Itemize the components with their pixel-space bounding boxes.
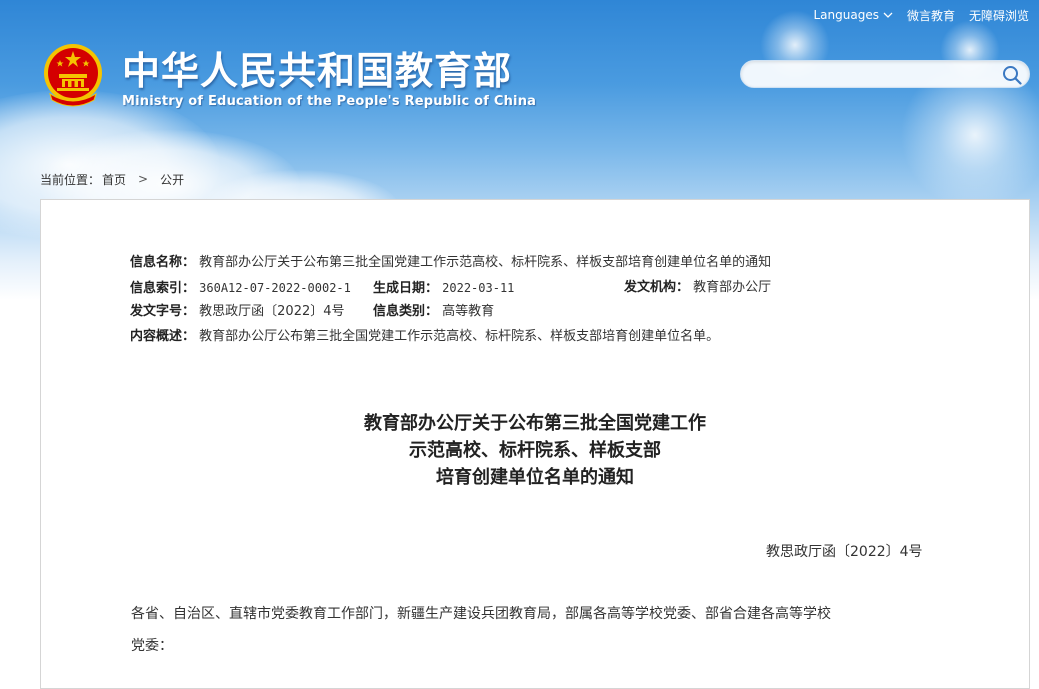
info-org-row: 发文机构： 教育部办公厅 (624, 279, 771, 297)
info-org-value: 教育部办公厅 (693, 280, 772, 295)
chevron-down-icon (883, 12, 893, 18)
info-index-label: 信息索引： (130, 281, 196, 296)
top-links: Languages 微言教育 无障碍浏览 (813, 6, 1029, 24)
document-title-line: 培育创建单位名单的通知 (436, 467, 634, 488)
document-title-line: 教育部办公厅关于公布第三批全国党建工作 (364, 413, 706, 434)
info-category-label: 信息类别： (373, 304, 439, 319)
document-title-line: 示范高校、标杆院系、样板支部 (409, 440, 661, 461)
info-docno-label: 发文字号： (130, 304, 196, 319)
info-index-value: 360A12-07-2022-0002-1 (199, 281, 351, 295)
info-summary-value: 教育部办公厅公布第三批全国党建工作示范高校、标杆院系、样板支部培育创建单位名单。 (199, 329, 720, 344)
info-docno-row: 发文字号： 教思政厅函〔2022〕4号 (130, 303, 345, 321)
info-name-row: 信息名称： 教育部办公厅关于公布第三批全国党建工作示范高校、标杆院系、样板支部培… (130, 254, 771, 272)
info-org-label: 发文机构： (624, 280, 690, 295)
info-date-value: 2022-03-11 (442, 281, 515, 295)
salutation-line: 各省、自治区、直辖市党委教育工作部门，新疆生产建设兵团教育局，部属各高等学校党委… (131, 606, 831, 622)
info-date-row: 生成日期： 2022-03-11 (373, 279, 514, 297)
breadcrumb: 当前位置： 首页 > 公开 (40, 170, 184, 188)
breadcrumb-prefix: 当前位置： (40, 172, 101, 187)
search-box (740, 60, 1030, 88)
languages-dropdown[interactable]: Languages (813, 8, 893, 22)
document-number: 教思政厅函〔2022〕4号 (766, 544, 923, 560)
breadcrumb-home-link[interactable]: 首页 (102, 171, 126, 188)
info-category-value: 高等教育 (442, 304, 495, 319)
info-summary-row: 内容概述： 教育部办公厅公布第三批全国党建工作示范高校、标杆院系、样板支部培育创… (130, 328, 719, 346)
site-subtitle: Ministry of Education of the People's Re… (122, 94, 537, 109)
salutation-line: 党委： (131, 638, 173, 654)
search-icon[interactable] (1001, 64, 1023, 86)
info-docno-value: 教思政厅函〔2022〕4号 (199, 304, 345, 319)
languages-label: Languages (813, 8, 879, 22)
info-index-row: 信息索引： 360A12-07-2022-0002-1 (130, 279, 351, 297)
breadcrumb-public-link[interactable]: 公开 (160, 171, 184, 188)
info-category-row: 信息类别： 高等教育 (373, 303, 494, 321)
info-date-label: 生成日期： (373, 281, 439, 296)
search-input[interactable] (753, 64, 997, 86)
info-name-value: 教育部办公厅关于公布第三批全国党建工作示范高校、标杆院系、样板支部培育创建单位名… (199, 255, 772, 270)
national-emblem-icon (44, 44, 102, 107)
site-title[interactable]: 中华人民共和国教育部 (122, 40, 512, 95)
info-summary-label: 内容概述： (130, 329, 196, 344)
info-name-label: 信息名称： (130, 255, 196, 270)
weiyan-link[interactable]: 微言教育 (907, 7, 955, 24)
breadcrumb-separator: > (138, 172, 149, 186)
accessibility-link[interactable]: 无障碍浏览 (969, 7, 1029, 24)
